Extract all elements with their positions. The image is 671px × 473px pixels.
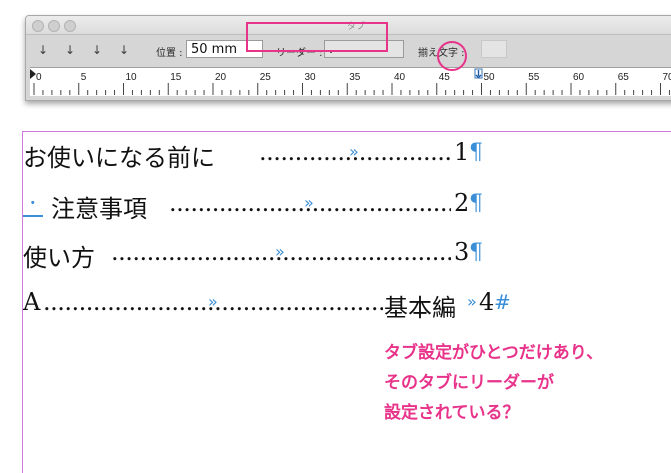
tab-mark: » xyxy=(275,242,285,261)
toc-line-1: お使いになる前に ...............................… xyxy=(23,138,483,172)
ruler-marks xyxy=(30,69,482,79)
end-of-story-mark: # xyxy=(494,290,511,314)
tab-ruler[interactable]: 0 5 10 15 20 25 30 35 40 45 50 55 60 65 70 xyxy=(30,67,671,96)
ruler-label: 55 xyxy=(528,72,540,83)
toc-line-3: 使い方 ....................................… xyxy=(23,238,483,272)
ruler-label: 70 xyxy=(663,72,671,83)
toc-entry-text: 基本編 xyxy=(384,288,456,322)
toc-line-4: A ......................................… xyxy=(23,288,523,322)
ruler-label: 65 xyxy=(618,72,630,83)
page-number: 3 xyxy=(454,238,469,266)
ruler-label: 5 xyxy=(81,72,87,83)
ruler-scale: 0 5 10 15 20 25 30 35 40 45 50 55 60 65 70 xyxy=(30,68,671,96)
paragraph-mark: ¶ xyxy=(469,191,483,216)
page-number: 1 xyxy=(454,138,469,166)
ruler-label: 15 xyxy=(170,72,182,83)
ruler-label: 50 xyxy=(484,72,496,83)
ruler-label: 40 xyxy=(394,72,406,83)
toc-entry-text: 使い方 xyxy=(23,238,95,272)
page-number: 4 xyxy=(479,288,494,316)
align-to-decimal-tab-icon[interactable]: ↓ xyxy=(116,42,132,58)
ruler-label: 0 xyxy=(36,72,42,83)
ruler-label: 35 xyxy=(349,72,361,83)
tab-mark: » xyxy=(467,292,477,311)
ruler-label: 20 xyxy=(215,72,227,83)
center-justified-tab-icon[interactable]: ↓ xyxy=(62,42,78,58)
align-on-field[interactable] xyxy=(481,40,507,58)
tab-mark: » xyxy=(304,193,314,212)
ruler-label: 25 xyxy=(260,72,272,83)
tab-stop-marker-icon[interactable] xyxy=(475,69,482,78)
tab-mark: » xyxy=(349,142,359,161)
hidden-space-mark: · xyxy=(29,189,37,217)
left-justified-tab-icon[interactable]: ↓ xyxy=(35,42,51,58)
ruler-label: 60 xyxy=(573,72,585,83)
position-label: 位置 : xyxy=(156,44,183,59)
ruler-label: 30 xyxy=(305,72,317,83)
annotation-line-2: そのタブにリーダーが xyxy=(384,368,603,398)
page-number: 2 xyxy=(454,189,469,217)
ruler-label: 10 xyxy=(126,72,138,83)
toc-entry-text: お使いになる前に xyxy=(23,138,215,172)
leader-highlight-box xyxy=(246,22,388,52)
right-justified-tab-icon[interactable]: ↓ xyxy=(89,42,105,58)
hidden-char-underline xyxy=(23,215,43,217)
tab-stop-highlight-circle xyxy=(437,41,467,71)
paragraph-mark: ¶ xyxy=(469,240,483,265)
paragraph-mark: ¶ xyxy=(469,140,483,165)
ruler-label: 45 xyxy=(439,72,451,83)
annotation-line-1: タブ設定がひとつだけあり、 xyxy=(384,338,603,368)
annotation-line-3: 設定されている？ xyxy=(384,398,603,428)
toc-line-2: · 注意事項 .................................… xyxy=(23,189,483,223)
toc-entry-text: 注意事項 xyxy=(51,189,147,223)
annotation-callout: タブ設定がひとつだけあり、 そのタブにリーダーが 設定されている？ xyxy=(384,338,603,428)
toc-entry-lead: A xyxy=(23,288,40,316)
tab-mark: » xyxy=(208,292,218,311)
